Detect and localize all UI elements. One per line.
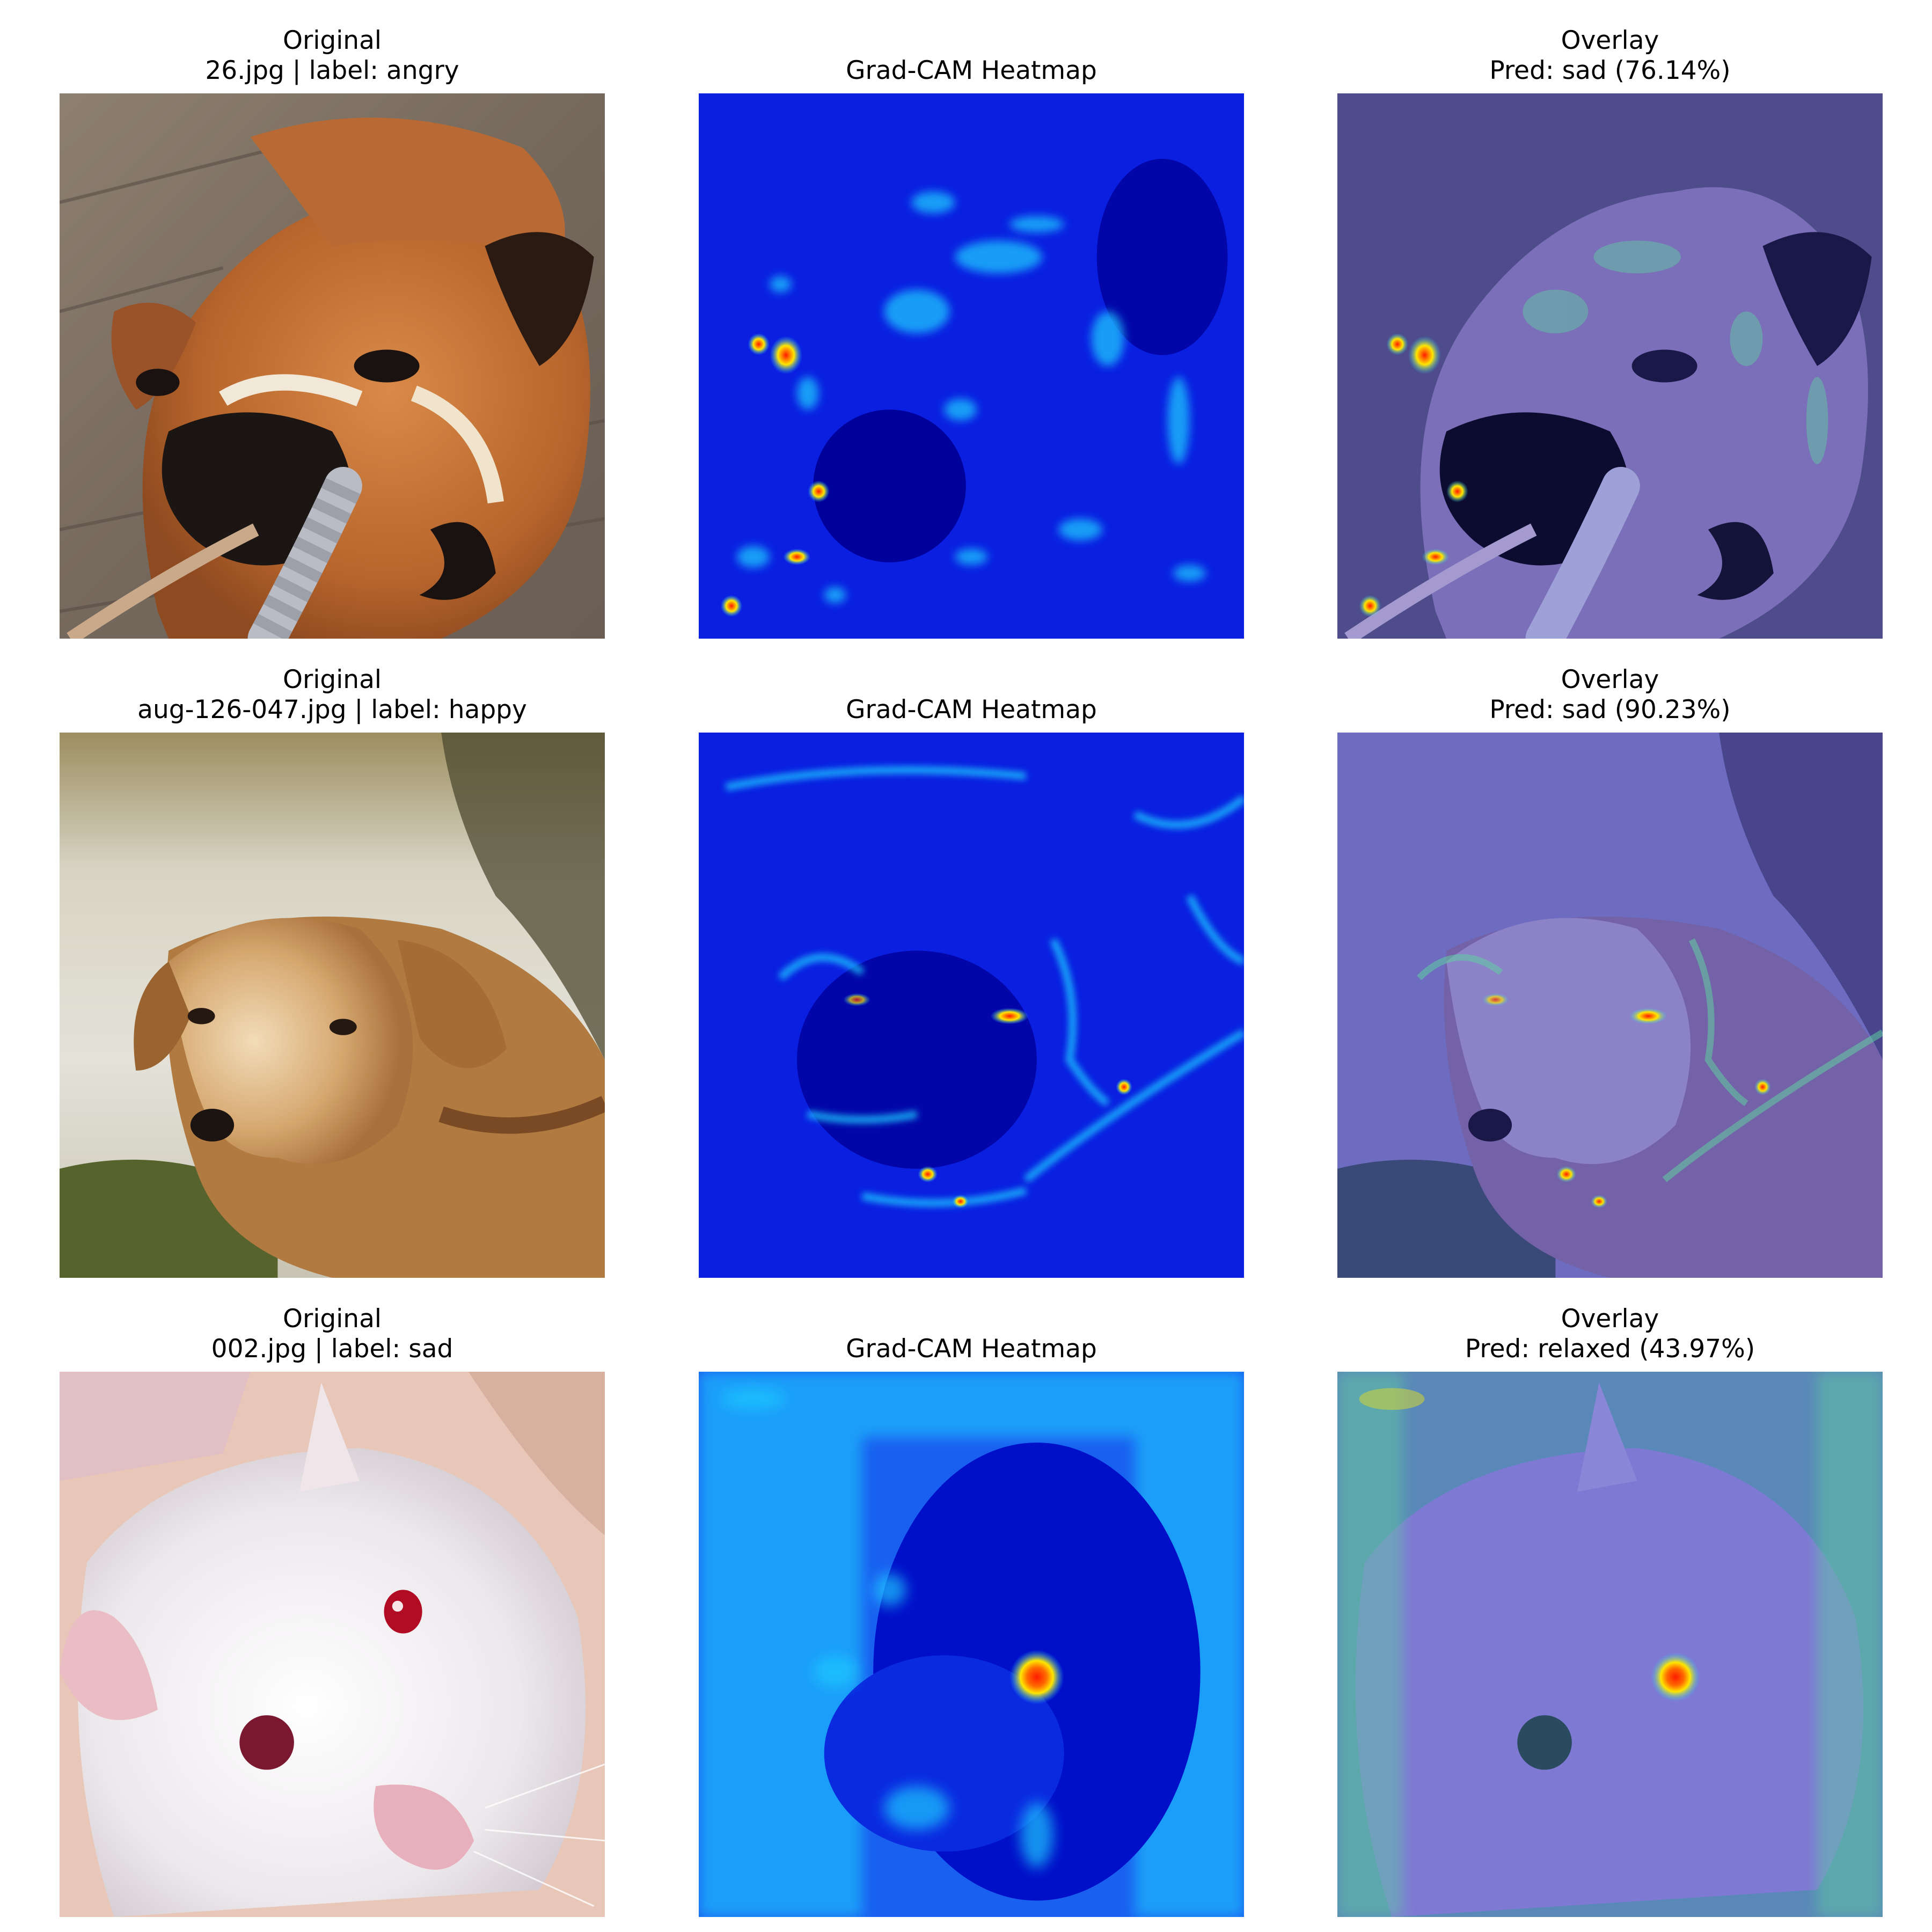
panel-subtitle: 26.jpg | label: angry	[205, 56, 459, 85]
gradcam-heatmap-row-3	[699, 1372, 1244, 1917]
panel-subtitle: Pred: sad (90.23%)	[1489, 695, 1731, 724]
heatmap-title-row-1: Grad-CAM Heatmap	[649, 56, 1293, 86]
panel-title: Overlay	[1561, 665, 1659, 694]
original-title-row-3: Original 002.jpg | label: sad	[10, 1304, 654, 1364]
gradcam-heatmap-row-2	[699, 733, 1244, 1278]
panel-title: Original	[283, 665, 382, 694]
overlay-title-row-2: Overlay Pred: sad (90.23%)	[1288, 665, 1932, 725]
original-image-hamster	[60, 1372, 605, 1917]
overlay-image-row-3	[1337, 1372, 1883, 1917]
panel-subtitle: 002.jpg | label: sad	[211, 1334, 453, 1364]
overlay-title-row-1: Overlay Pred: sad (76.14%)	[1288, 26, 1932, 86]
panel-title: Original	[283, 26, 382, 55]
heatmap-title-row-2: Grad-CAM Heatmap	[649, 695, 1293, 725]
panel-title: Grad-CAM Heatmap	[846, 695, 1097, 724]
overlay-image-row-1	[1337, 93, 1883, 639]
original-title-row-1: Original 26.jpg | label: angry	[10, 26, 654, 86]
heatmap-title-row-3: Grad-CAM Heatmap	[649, 1334, 1293, 1364]
gradcam-heatmap-row-1	[699, 93, 1244, 639]
panel-title: Grad-CAM Heatmap	[846, 1334, 1097, 1364]
panel-title: Overlay	[1561, 26, 1659, 55]
panel-title: Original	[283, 1304, 382, 1334]
original-title-row-2: Original aug-126-047.jpg | label: happy	[10, 665, 654, 725]
overlay-image-row-2	[1337, 733, 1883, 1278]
panel-title: Grad-CAM Heatmap	[846, 56, 1097, 85]
gradcam-figure: Original 26.jpg | label: angry Grad-CAM …	[0, 0, 1932, 1932]
panel-subtitle: Pred: sad (76.14%)	[1489, 56, 1731, 85]
panel-subtitle: Pred: relaxed (43.97%)	[1465, 1334, 1755, 1364]
original-image-dog-tug	[60, 93, 605, 639]
panel-title: Overlay	[1561, 1304, 1659, 1334]
overlay-title-row-3: Overlay Pred: relaxed (43.97%)	[1288, 1304, 1932, 1364]
original-image-dog-lab	[60, 733, 605, 1278]
panel-subtitle: aug-126-047.jpg | label: happy	[137, 695, 527, 724]
